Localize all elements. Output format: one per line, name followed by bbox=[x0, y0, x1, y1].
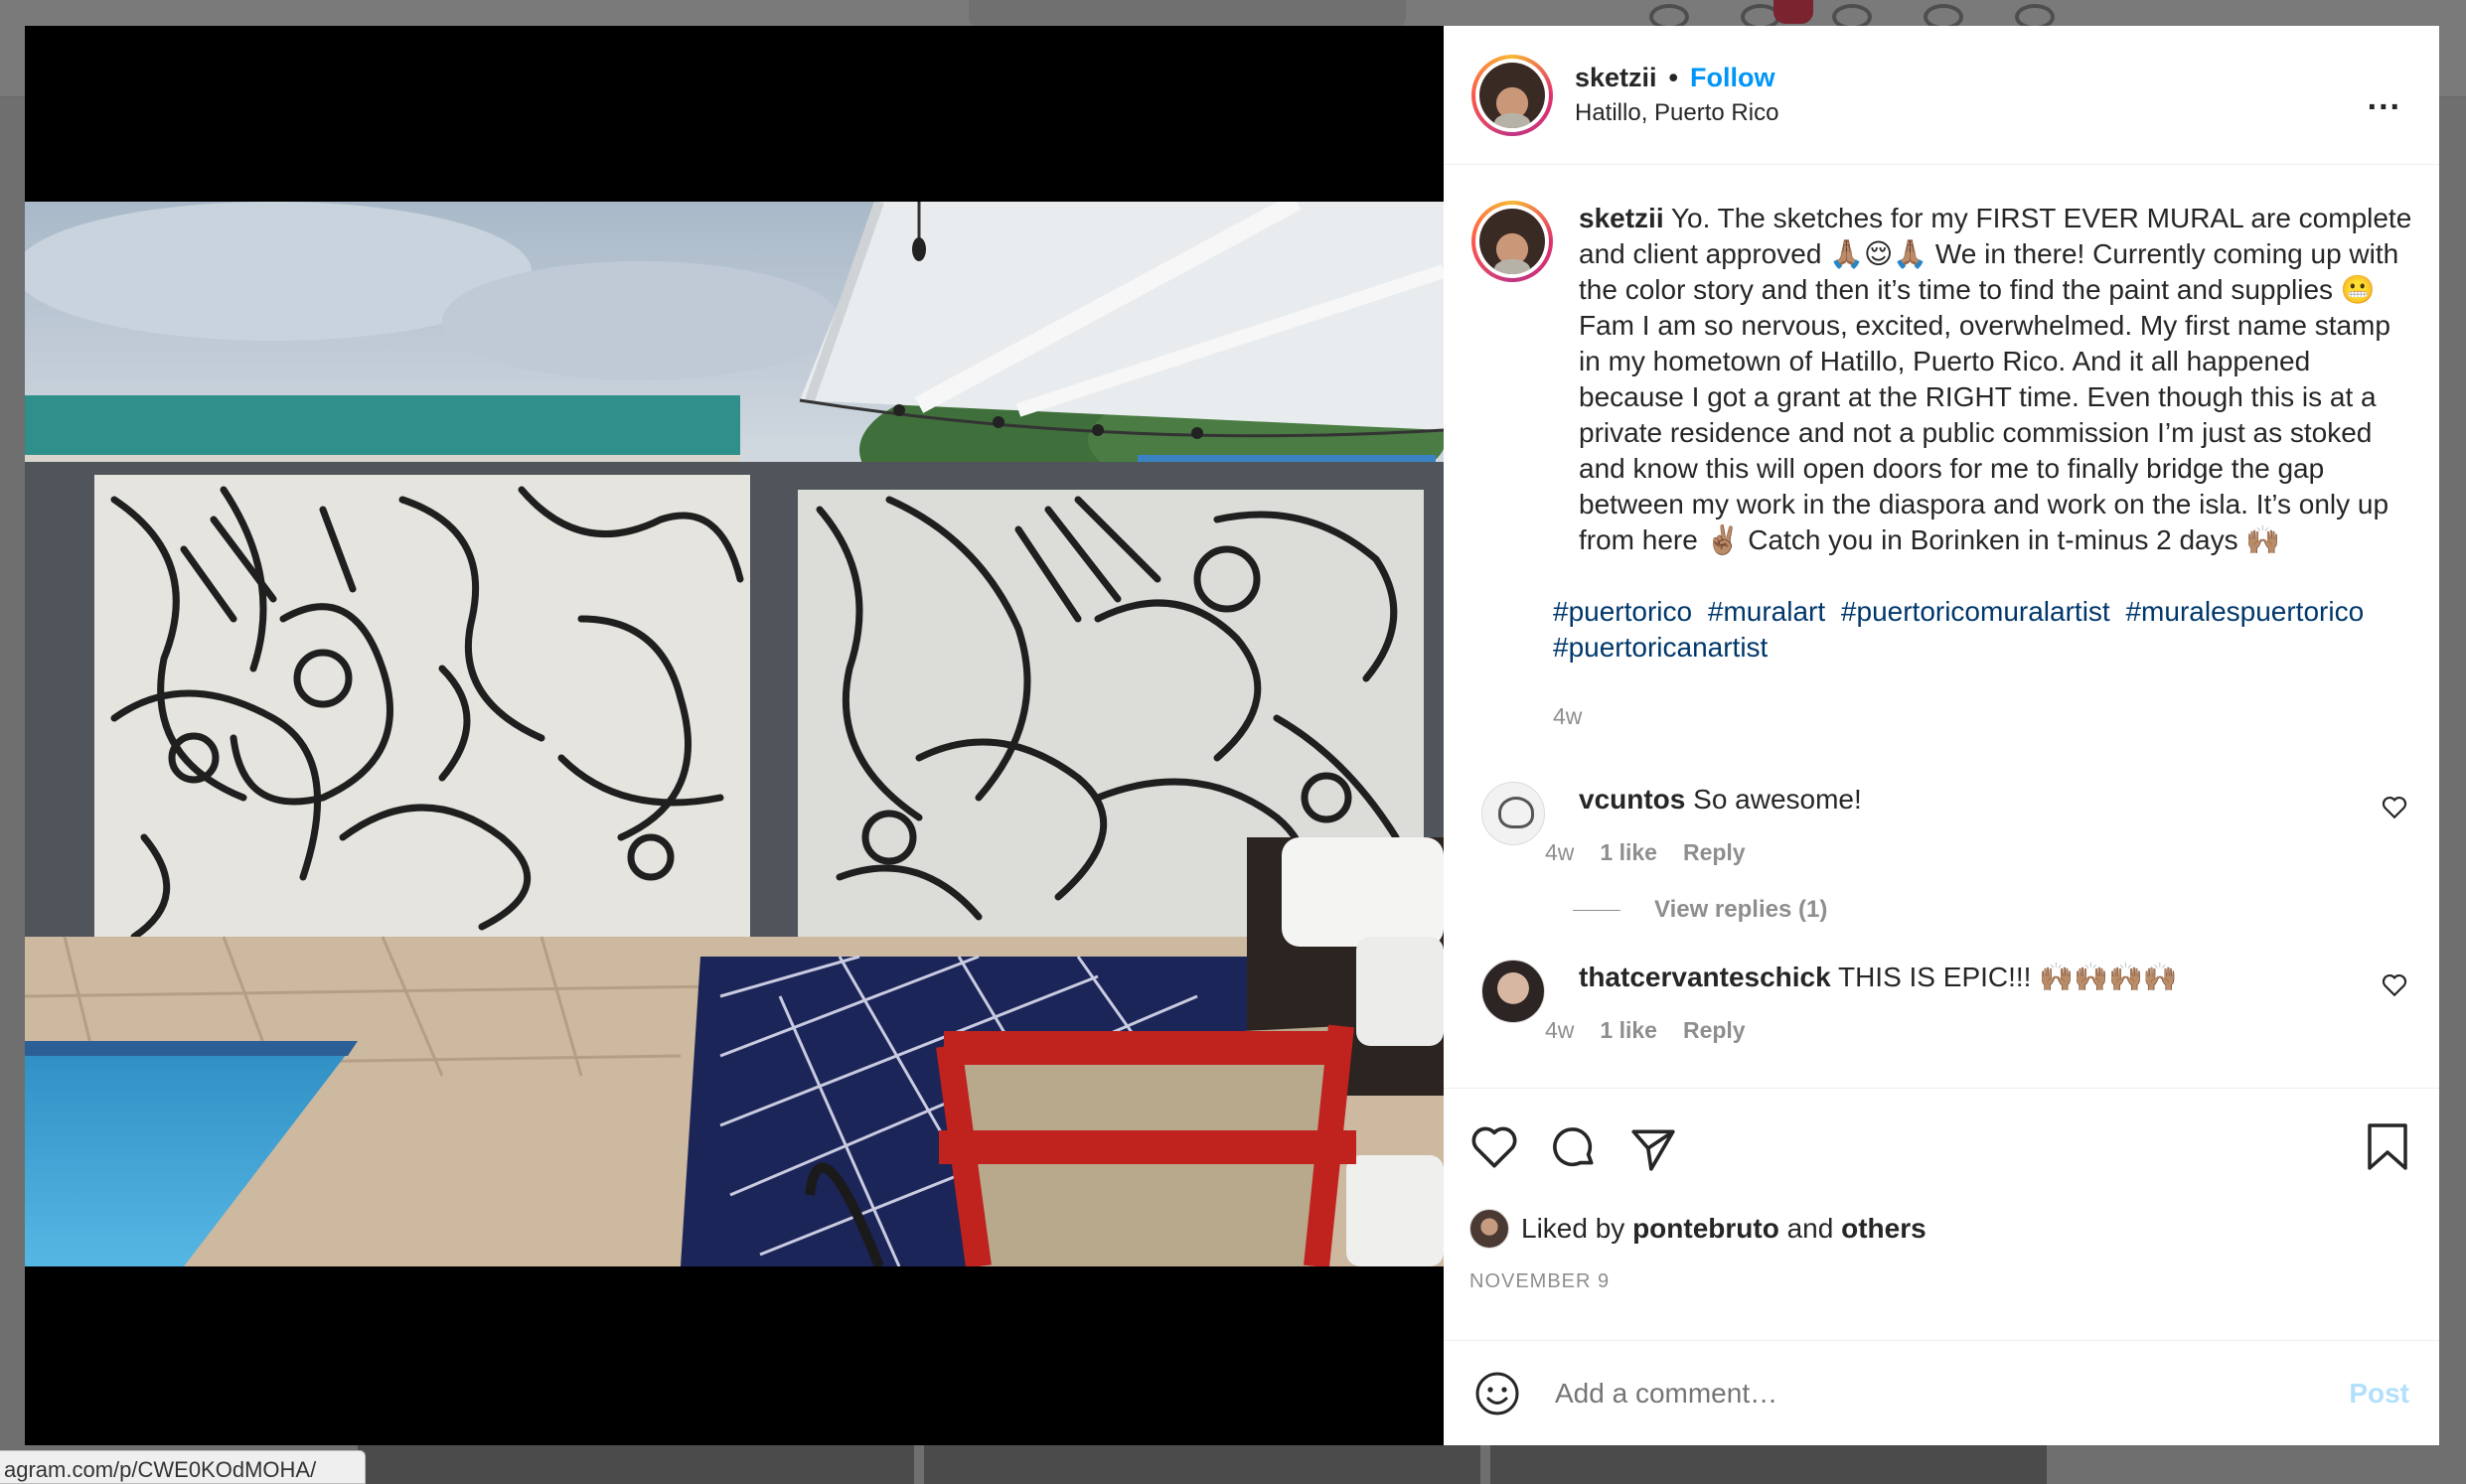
liked-by-others[interactable]: others bbox=[1841, 1213, 1927, 1245]
grid-thumbnail bbox=[358, 1442, 914, 1484]
comments-area[interactable]: sketzii Yo. The sketches for my FIRST EV… bbox=[1444, 165, 2439, 1088]
hashtag-link[interactable]: #puertoricanartist bbox=[1553, 632, 1768, 663]
save-bookmark-icon[interactable] bbox=[2366, 1122, 2409, 1172]
post-date[interactable]: NOVEMBER 9 bbox=[1444, 1270, 2439, 1310]
caption-time[interactable]: 4w bbox=[1553, 703, 1582, 730]
like-comment-icon[interactable] bbox=[2382, 973, 2407, 997]
comment-meta: 4w 1 like Reply bbox=[1545, 1017, 2334, 1044]
commenter-avatar[interactable] bbox=[1481, 782, 1545, 845]
caption: sketzii Yo. The sketches for my FIRST EV… bbox=[1471, 201, 2411, 730]
post-actions bbox=[1444, 1088, 2439, 1207]
add-comment-bar: Post bbox=[1444, 1340, 2439, 1445]
grid-thumbnail bbox=[924, 1442, 1480, 1484]
comment-time[interactable]: 4w bbox=[1545, 1017, 1574, 1044]
commenter-avatar[interactable] bbox=[1481, 960, 1545, 1023]
post-location[interactable]: Hatillo, Puerto Rico bbox=[1575, 99, 1778, 127]
caption-avatar[interactable] bbox=[1471, 201, 1553, 282]
caption-meta: 4w bbox=[1553, 703, 2413, 730]
liker-username[interactable]: pontebruto bbox=[1632, 1213, 1779, 1245]
status-url: agram.com/p/CWE0KOdMOHA/ bbox=[0, 1450, 366, 1484]
author-info: sketzii • Follow Hatillo, Puerto Rico bbox=[1575, 63, 1778, 127]
comment-meta: 4w 1 like Reply bbox=[1545, 839, 2334, 866]
reply-button[interactable]: Reply bbox=[1683, 839, 1746, 866]
like-comment-icon[interactable] bbox=[2382, 796, 2407, 819]
post-header: sketzii • Follow Hatillo, Puerto Rico ..… bbox=[1444, 26, 2439, 165]
follow-button[interactable]: Follow bbox=[1690, 63, 1774, 93]
hashtag-link[interactable]: #muralart bbox=[1708, 596, 1825, 627]
author-avatar[interactable] bbox=[1471, 54, 1553, 136]
post-modal: sketzii • Follow Hatillo, Puerto Rico ..… bbox=[25, 26, 2439, 1445]
comment-item: thatcervanteschick THIS IS EPIC!!! 🙌🏽🙌🏽🙌… bbox=[1471, 960, 2411, 1044]
background-search-bar bbox=[969, 0, 1406, 26]
comment-like-count[interactable]: 1 like bbox=[1600, 839, 1657, 866]
replies-divider bbox=[1573, 909, 1620, 911]
post-side-panel: sketzii • Follow Hatillo, Puerto Rico ..… bbox=[1444, 26, 2439, 1445]
grid-thumbnail bbox=[1490, 1442, 2047, 1484]
view-replies-button[interactable]: View replies (1) bbox=[1573, 896, 2411, 924]
comment-text: thatcervanteschick THIS IS EPIC!!! 🙌🏽🙌🏽🙌… bbox=[1579, 960, 2334, 995]
author-username[interactable]: sketzii bbox=[1575, 63, 1657, 93]
caption-body: Yo. The sketches for my FIRST EVER MURAL… bbox=[1579, 203, 2412, 555]
caption-text: sketzii Yo. The sketches for my FIRST EV… bbox=[1579, 201, 2413, 558]
hashtag-link[interactable]: #muralespuertorico bbox=[2125, 596, 2364, 627]
add-comment-input[interactable] bbox=[1555, 1377, 2350, 1410]
post-comment-button[interactable]: Post bbox=[2349, 1378, 2409, 1410]
comment-like-count[interactable]: 1 like bbox=[1600, 1017, 1657, 1044]
caption-hashtags: #puertorico #muralart #puertoricomuralar… bbox=[1553, 594, 2388, 666]
liked-by-and: and bbox=[1786, 1213, 1834, 1244]
emoji-icon[interactable] bbox=[1473, 1370, 1521, 1417]
caption-username[interactable]: sketzii bbox=[1579, 203, 1664, 233]
more-options-icon[interactable]: ... bbox=[2368, 79, 2401, 118]
comment-icon[interactable] bbox=[1549, 1123, 1599, 1173]
comment-body: So awesome! bbox=[1693, 784, 1862, 815]
reply-button[interactable]: Reply bbox=[1683, 1017, 1746, 1044]
comment-body: THIS IS EPIC!!! 🙌🏽🙌🏽🙌🏽🙌🏽 bbox=[1837, 962, 2178, 992]
comment-text: vcuntos So awesome! bbox=[1579, 782, 2334, 817]
notification-badge bbox=[1773, 0, 1813, 24]
mural-photo bbox=[25, 202, 1444, 1266]
liked-by-prefix: Liked by bbox=[1521, 1213, 1625, 1244]
hashtag-link[interactable]: #puertoricomuralartist bbox=[1841, 596, 2110, 627]
separator-dot: • bbox=[1668, 63, 1678, 92]
hashtag-link[interactable]: #puertorico bbox=[1553, 596, 1692, 627]
post-media[interactable] bbox=[25, 26, 1444, 1445]
comment-username[interactable]: vcuntos bbox=[1579, 784, 1685, 815]
comment-username[interactable]: thatcervanteschick bbox=[1579, 962, 1831, 992]
comment-time[interactable]: 4w bbox=[1545, 839, 1574, 866]
view-replies-label: View replies (1) bbox=[1654, 896, 1828, 923]
background-post-grid bbox=[0, 1442, 2466, 1484]
share-icon[interactable] bbox=[1628, 1123, 1678, 1173]
like-icon[interactable] bbox=[1469, 1123, 1519, 1173]
liker-avatar[interactable] bbox=[1469, 1209, 1509, 1249]
liked-by: Liked by pontebruto and others bbox=[1444, 1207, 2439, 1251]
comment-item: vcuntos So awesome! 4w 1 like Reply bbox=[1471, 782, 2411, 866]
